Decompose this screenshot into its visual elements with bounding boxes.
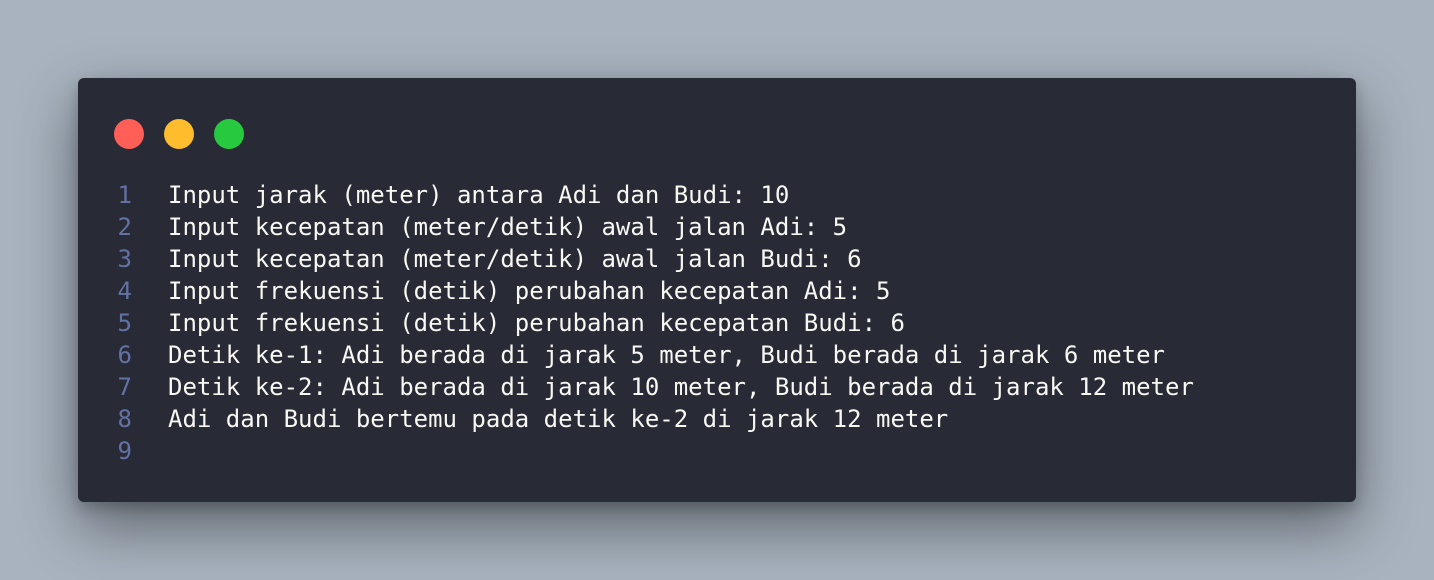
line-text: Detik ke-2: Adi berada di jarak 10 meter… (168, 373, 1194, 401)
line-number: 2 (117, 213, 132, 241)
line-number: 8 (117, 405, 132, 433)
window-controls (114, 119, 244, 149)
line-text: Input frekuensi (detik) perubahan kecepa… (168, 277, 891, 305)
line-number: 5 (117, 309, 132, 337)
line-text: Input kecepatan (meter/detik) awal jalan… (168, 213, 848, 241)
line-text: Input jarak (meter) antara Adi dan Budi:… (168, 181, 790, 209)
code-line: 4 Input frekuensi (detik) perubahan kecep… (78, 275, 1194, 307)
code-line: 2 Input kecepatan (meter/detik) awal jala… (78, 211, 1194, 243)
line-number: 6 (117, 341, 132, 369)
code-line: 5 Input frekuensi (detik) perubahan kecep… (78, 307, 1194, 339)
maximize-button[interactable] (214, 119, 244, 149)
code-block: 1 Input jarak (meter) antara Adi dan Budi… (78, 179, 1194, 467)
line-text: Adi dan Budi bertemu pada detik ke-2 di … (168, 405, 949, 433)
code-line: 3 Input kecepatan (meter/detik) awal jala… (78, 243, 1194, 275)
line-number: 3 (117, 245, 132, 273)
line-number: 9 (117, 437, 132, 465)
code-line: 6 Detik ke-1: Adi berada di jarak 5 meter… (78, 339, 1194, 371)
close-button[interactable] (114, 119, 144, 149)
code-line: 8 Adi dan Budi bertemu pada detik ke-2 di… (78, 403, 1194, 435)
code-line: 7 Detik ke-2: Adi berada di jarak 10 mete… (78, 371, 1194, 403)
code-line: 9 (78, 435, 1194, 467)
line-number: 4 (117, 277, 132, 305)
minimize-button[interactable] (164, 119, 194, 149)
line-text: Detik ke-1: Adi berada di jarak 5 meter,… (168, 341, 1165, 369)
line-number: 7 (117, 373, 132, 401)
line-number: 1 (117, 181, 132, 209)
line-text: Input kecepatan (meter/detik) awal jalan… (168, 245, 862, 273)
line-text: Input frekuensi (detik) perubahan kecepa… (168, 309, 905, 337)
code-line: 1 Input jarak (meter) antara Adi dan Budi… (78, 179, 1194, 211)
terminal-window: 1 Input jarak (meter) antara Adi dan Budi… (78, 78, 1356, 502)
